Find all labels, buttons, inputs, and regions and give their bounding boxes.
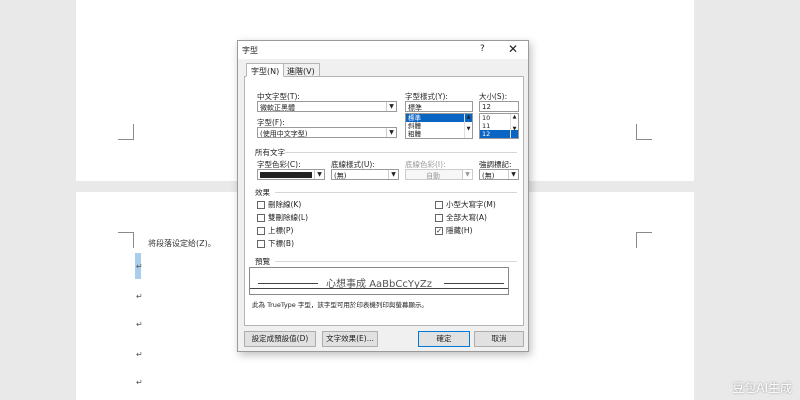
underline-color-select: 自動 ▼ [405,169,473,180]
checkbox-box[interactable] [257,213,265,222]
checkbox-box[interactable] [257,239,265,248]
paragraph-mark: ↵ [136,350,143,359]
font-select[interactable]: (使用中文字型) ▼ [257,127,397,138]
help-icon[interactable]: ? [480,44,485,54]
checkbox-box[interactable] [257,226,265,235]
subscript-checkbox[interactable]: 下標(B) [257,238,294,249]
style-input[interactable]: 標準 [405,101,473,112]
font-dialog: 字型 ? ✕ 字型(N) 進階(V) 中文字型(T): 微軟正黑體 ▼ 字型(F… [237,40,529,352]
crop-mark [118,232,134,248]
all-text-section-title: 所有文字 [255,148,285,157]
watermark: 豆包AI生成 [732,381,792,395]
checkbox-label: 刪除線(K) [268,200,302,209]
crop-mark [118,124,134,140]
checkbox-label: 下標(B) [268,239,294,248]
tab-advanced[interactable]: 進階(V) [282,63,320,77]
close-icon[interactable]: ✕ [508,42,518,56]
all-caps-checkbox[interactable]: 全部大寫(A) [435,212,487,223]
preview-box: 心想事成 AaBbCcYyZz [249,267,509,295]
divider [275,261,517,262]
font-color-select[interactable]: ▼ [257,169,325,180]
underline-style-select[interactable]: (無) ▼ [331,169,399,180]
emphasis-value: (無) [482,172,495,180]
effects-section-title: 效果 [255,188,270,197]
preview-section-title: 預覽 [255,257,270,266]
size-list[interactable]: 10 11 12 ▲ ▼ [479,113,519,139]
chevron-down-icon: ▼ [462,170,472,179]
chevron-down-icon: ▼ [314,170,324,179]
checkbox-box[interactable] [435,213,443,222]
paragraph-mark: ↵ [136,378,143,387]
scrollbar[interactable]: ▲ ▼ [464,114,472,138]
underline-style-value: (無) [334,172,347,180]
preview-text: 心想事成 AaBbCcYyZz [326,279,432,290]
set-default-button[interactable]: 設定成預設值(D) [244,331,316,347]
color-swatch [260,172,312,178]
paragraph-mark: ↵ [136,320,143,329]
dialog-title: 字型 [242,46,258,55]
crop-mark [636,232,652,248]
checkbox-label: 隱藏(H) [446,226,473,235]
chinese-font-value: 微軟正黑體 [260,104,295,112]
paragraph-mark: ↵ [136,262,143,271]
small-caps-checkbox[interactable]: 小型大寫字(M) [435,199,496,210]
checkbox-box[interactable] [435,200,443,209]
style-option[interactable]: 標準 [406,114,472,122]
chevron-down-icon: ▼ [508,170,518,179]
checkbox-box[interactable] [257,200,265,209]
checkbox-label: 小型大寫字(M) [446,200,496,209]
document-line-text[interactable]: 将段落设定给(Z)。 [148,238,216,249]
ok-button[interactable]: 確定 [418,331,470,347]
strikethrough-checkbox[interactable]: 刪除線(K) [257,199,301,210]
crop-mark [636,124,652,140]
chevron-down-icon: ▼ [388,170,398,179]
double-strikethrough-checkbox[interactable]: 雙刪除線(L) [257,212,308,223]
hidden-checkbox[interactable]: ✓ 隱藏(H) [435,225,473,236]
paragraph-mark: ↵ [136,292,143,301]
checkbox-label: 上標(P) [268,226,294,235]
chinese-font-select[interactable]: 微軟正黑體 ▼ [257,101,397,112]
style-option[interactable]: 粗體 [406,130,472,138]
font-value: (使用中文字型) [260,130,308,138]
dialog-titlebar[interactable]: 字型 ? ✕ [238,41,528,59]
underline-color-value: 自動 [426,172,440,180]
scrollbar[interactable]: ▲ ▼ [510,114,518,138]
checkmark-icon[interactable]: ✓ [435,226,443,235]
checkbox-label: 雙刪除線(L) [268,213,309,222]
chevron-down-icon: ▼ [386,102,396,111]
tab-font[interactable]: 字型(N) [246,63,285,77]
superscript-checkbox[interactable]: 上標(P) [257,225,293,236]
preview-note: 此為 TrueType 字型，該字型可用於印表機列印與螢幕顯示。 [252,301,428,309]
checkbox-label: 全部大寫(A) [446,213,487,222]
emphasis-select[interactable]: (無) ▼ [479,169,519,180]
style-option[interactable]: 斜體 [406,122,472,130]
divider [285,152,517,153]
size-input[interactable]: 12 [479,101,519,112]
divider [275,192,517,193]
chevron-down-icon: ▼ [386,128,396,137]
text-effects-button[interactable]: 文字效果(E)... [322,331,378,347]
style-list[interactable]: 標準 斜體 粗體 ▲ ▼ [405,113,473,139]
cancel-button[interactable]: 取消 [474,331,524,347]
